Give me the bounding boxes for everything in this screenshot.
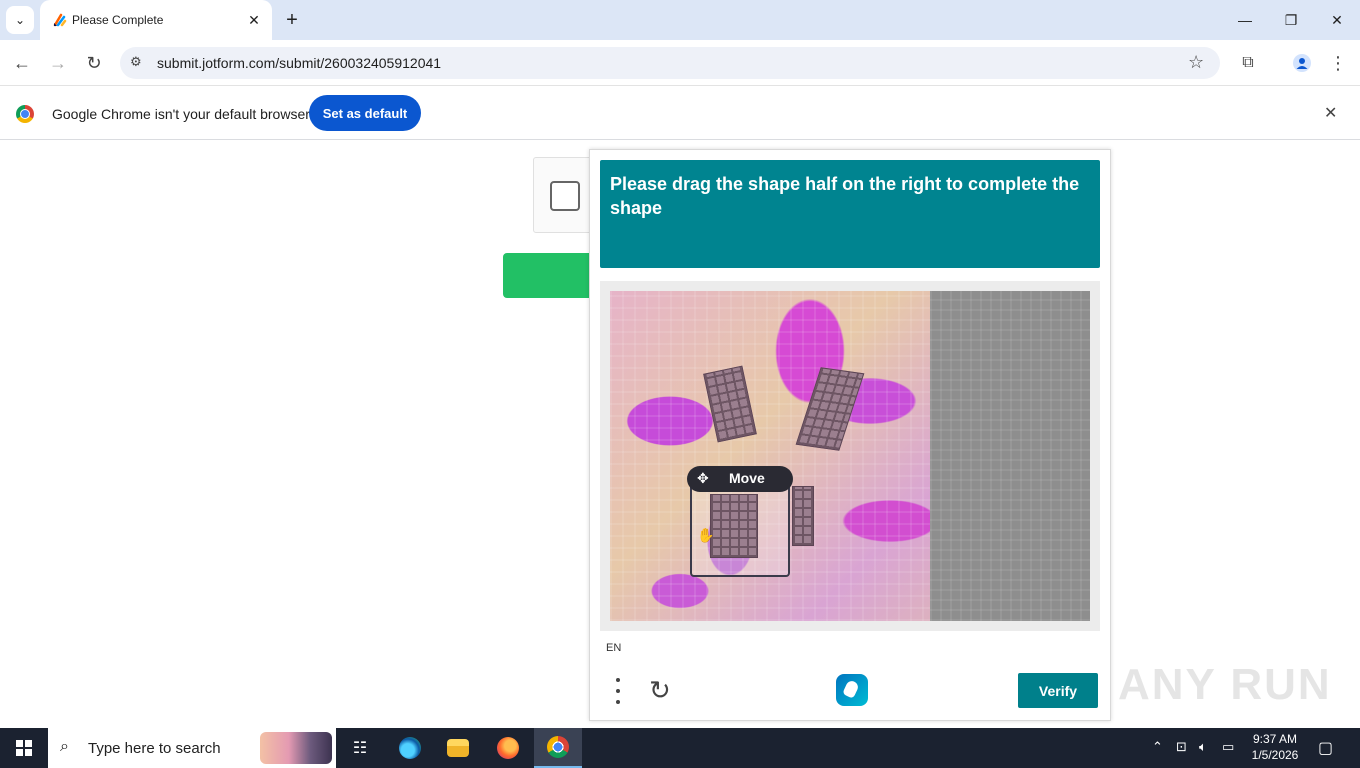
challenge-image: ✥ Move ✋ (610, 291, 1090, 621)
tab-list-button[interactable]: ⌄ (6, 6, 34, 34)
captcha-menu-button[interactable] (610, 678, 626, 704)
browser-tab[interactable]: Please Complete ✕ (40, 0, 272, 40)
search-highlight-image (260, 732, 332, 764)
system-clock[interactable]: 9:37 AM 1/5/2026 (1235, 731, 1315, 763)
infobar-close-icon[interactable]: ✕ (1324, 103, 1337, 123)
volume-icon[interactable]: 🔈︎ (1199, 739, 1207, 755)
challenge-task-area: ✥ Move ✋ (600, 281, 1100, 631)
firefox-app[interactable] (484, 728, 532, 768)
chrome-app[interactable] (534, 728, 582, 768)
move-icon: ✥ (697, 470, 709, 486)
url-text[interactable]: submit.jotform.com/submit/26003240591204… (157, 55, 441, 71)
edge-app[interactable] (386, 728, 434, 768)
edge-icon (399, 737, 421, 759)
folder-icon (447, 739, 469, 757)
windows-taskbar: ⌕ Type here to search ☷ ⌃ ⊡ 🔈︎ ▭ 9:37 AM… (0, 728, 1360, 768)
captcha-challenge: Please drag the shape half on the right … (589, 149, 1111, 721)
default-browser-infobar: Google Chrome isn't your default browser… (0, 87, 1360, 140)
language-selector[interactable]: EN (606, 642, 621, 654)
avatar (1293, 54, 1311, 72)
chevron-down-icon: ⌄ (14, 13, 26, 27)
network-icon[interactable]: ▭ (1222, 739, 1234, 755)
new-tab-button[interactable]: + (280, 8, 304, 32)
chrome-icon (547, 736, 569, 758)
hcaptcha-logo-icon (836, 674, 868, 706)
jotform-favicon-icon (53, 13, 67, 27)
taskbar-search[interactable]: ⌕ Type here to search (48, 728, 336, 768)
clock-time: 9:37 AM (1252, 732, 1298, 746)
hand-cursor-icon: ✋ (697, 527, 715, 543)
infobar-message: Google Chrome isn't your default browser (52, 106, 310, 122)
meet-now-icon[interactable]: ⊡ (1176, 739, 1187, 755)
notification-icon[interactable]: ▢ (1318, 738, 1333, 758)
tab-title: Please Complete (72, 13, 164, 27)
task-view-button[interactable]: ☷ (336, 728, 384, 768)
maximize-button[interactable]: ❐ (1268, 0, 1314, 40)
show-hidden-icons[interactable]: ⌃ (1152, 739, 1163, 755)
star-icon[interactable]: ☆ (1188, 52, 1204, 73)
site-info-icon[interactable]: ⚙ (130, 54, 148, 72)
tab-strip: ⌄ Please Complete ✕ + — ❐ ✕ (0, 0, 1360, 40)
close-window-button[interactable]: ✕ (1314, 0, 1360, 40)
kebab-menu-icon[interactable]: ⋮ (1324, 49, 1352, 77)
clock-date: 1/5/2026 (1251, 748, 1299, 762)
captcha-checkbox[interactable] (550, 181, 580, 211)
back-button[interactable]: ← (8, 49, 36, 77)
tab-close-icon[interactable]: ✕ (244, 10, 264, 30)
browser-toolbar: ← → ↻ ⚙ submit.jotform.com/submit/260032… (0, 40, 1360, 86)
building-shape (792, 486, 814, 546)
reload-button[interactable]: ↻ (80, 49, 108, 77)
verify-button[interactable]: Verify (1018, 673, 1098, 708)
minimize-button[interactable]: — (1222, 0, 1268, 40)
start-button[interactable] (0, 728, 48, 768)
extensions-icon[interactable]: ⧉ (1234, 49, 1262, 77)
task-view-icon: ☷ (352, 740, 368, 757)
building-shape (710, 494, 758, 558)
move-label: Move (729, 470, 765, 486)
target-zone (930, 291, 1090, 621)
firefox-icon (497, 737, 519, 759)
profile-icon[interactable] (1288, 49, 1316, 77)
search-icon: ⌕ (60, 738, 69, 755)
chrome-logo-icon (16, 105, 34, 123)
anyrun-watermark: ANY RUN (1118, 660, 1332, 709)
set-as-default-button[interactable]: Set as default (309, 95, 421, 131)
forward-button[interactable]: → (44, 49, 72, 77)
search-placeholder: Type here to search (88, 740, 221, 757)
move-handle[interactable]: ✥ Move (687, 466, 793, 492)
address-bar[interactable]: ⚙ submit.jotform.com/submit/260032405912… (120, 47, 1220, 79)
file-explorer-app[interactable] (434, 728, 482, 768)
challenge-prompt: Please drag the shape half on the right … (600, 160, 1100, 268)
refresh-challenge-icon[interactable]: ↻ (649, 675, 671, 706)
windows-logo-icon (16, 740, 32, 756)
